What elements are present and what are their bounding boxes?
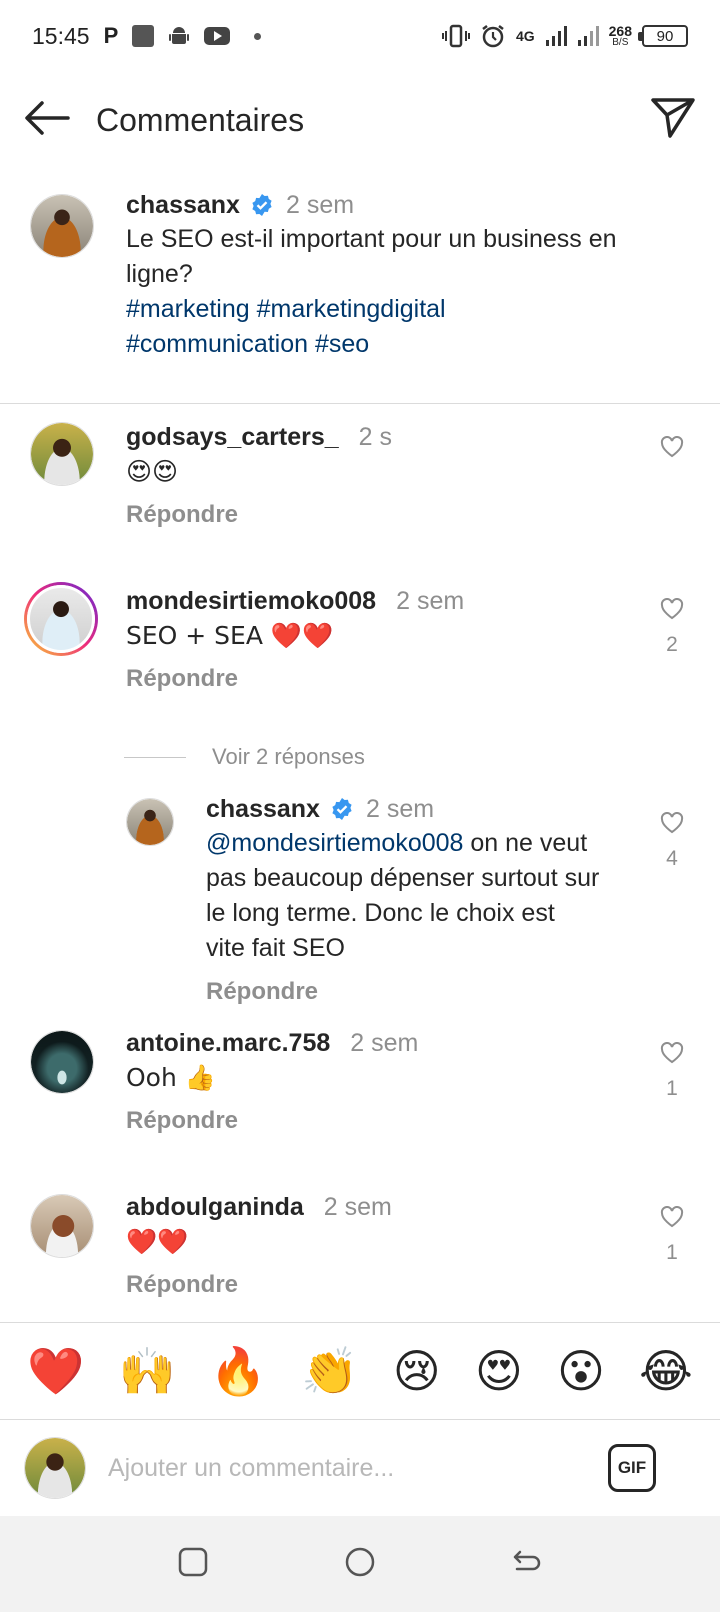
comment-username[interactable]: antoine.marc.758 bbox=[126, 1026, 330, 1060]
caption-text: Le SEO est-il important pour un business… bbox=[126, 225, 617, 288]
parking-icon: P bbox=[103, 23, 119, 48]
like-button[interactable]: 2 bbox=[654, 597, 690, 657]
avatar[interactable] bbox=[24, 582, 98, 656]
caption-time: 2 sem bbox=[285, 191, 355, 219]
reply-button[interactable]: Répondre bbox=[126, 1271, 238, 1299]
app-square-icon bbox=[132, 25, 155, 47]
avatar[interactable] bbox=[30, 1194, 94, 1258]
alarm-icon bbox=[480, 23, 506, 49]
dot-icon bbox=[244, 32, 262, 40]
heart-icon bbox=[660, 1205, 684, 1228]
battery-icon: 90 bbox=[638, 25, 688, 47]
view-replies-label: Voir 2 réponses bbox=[212, 744, 365, 769]
reply-username[interactable]: chassanx bbox=[206, 792, 320, 826]
post-caption: chassanx 2 sem Le SEO est-il important p… bbox=[0, 180, 720, 404]
view-replies-button[interactable]: Voir 2 réponses bbox=[124, 744, 524, 770]
emoji-laughing-button[interactable]: 😂 bbox=[639, 1348, 693, 1394]
reply-text-3: le long terme. Donc le choix est bbox=[206, 899, 555, 927]
caption-username[interactable]: chassanx bbox=[126, 188, 240, 222]
emoji-heart-button[interactable]: ❤️ bbox=[27, 1348, 84, 1394]
recent-apps-icon[interactable] bbox=[177, 1546, 209, 1583]
reply-text-2: pas beaucoup dépenser surtout sur bbox=[206, 864, 600, 892]
signal-icon bbox=[545, 25, 567, 47]
comment-text: SEO + SEA ❤️❤️ bbox=[126, 621, 334, 650]
home-icon[interactable] bbox=[344, 1546, 376, 1583]
system-nav-bar bbox=[0, 1516, 720, 1612]
verified-badge-icon bbox=[332, 798, 352, 820]
reply-text-1: on ne veut bbox=[463, 829, 588, 857]
comment-input[interactable] bbox=[108, 1453, 608, 1483]
send-icon[interactable] bbox=[650, 97, 696, 144]
youtube-icon bbox=[204, 26, 231, 46]
emoji-surprised-button[interactable]: 😮 bbox=[557, 1348, 605, 1394]
divider bbox=[124, 756, 186, 758]
emoji-clap-button[interactable]: 👏 bbox=[301, 1348, 358, 1394]
like-button[interactable] bbox=[654, 435, 690, 463]
comments-list[interactable]: chassanx 2 sem Le SEO est-il important p… bbox=[0, 180, 720, 1322]
caption-hashtags-2[interactable]: #communication #seo bbox=[126, 327, 640, 362]
caption-hashtags-1[interactable]: #marketing #marketingdigital bbox=[126, 292, 640, 327]
net-speed: 268 B/S bbox=[609, 24, 632, 48]
comment-time: 2 sem bbox=[396, 587, 465, 615]
back-nav-icon[interactable] bbox=[511, 1546, 543, 1583]
like-count: 4 bbox=[666, 847, 678, 870]
vibrate-icon bbox=[441, 24, 470, 48]
comment-text: ❤️❤️ bbox=[126, 1227, 189, 1256]
reply-text-4: vite fait SEO bbox=[206, 934, 345, 962]
like-button[interactable]: 1 bbox=[654, 1041, 690, 1101]
like-count: 1 bbox=[666, 1241, 678, 1264]
heart-icon bbox=[660, 597, 684, 620]
comment-text: Ooh 👍 bbox=[126, 1063, 216, 1092]
like-button[interactable]: 1 bbox=[654, 1205, 690, 1265]
heart-icon bbox=[660, 1041, 684, 1064]
emoji-sad-button[interactable]: 😢 bbox=[393, 1348, 441, 1394]
page-title: Commentaires bbox=[96, 101, 305, 138]
android-icon bbox=[168, 25, 190, 47]
comment-input-bar: GIF bbox=[0, 1420, 720, 1516]
reply-button[interactable]: Répondre bbox=[126, 1107, 238, 1135]
comment-username[interactable]: godsays_carters_ bbox=[126, 420, 339, 454]
avatar[interactable] bbox=[30, 1030, 94, 1094]
emoji-quick-bar: ❤️ 🙌 🔥 👏 😢 😍 😮 😂 bbox=[0, 1322, 720, 1420]
status-time: 15:45 bbox=[32, 22, 90, 49]
emoji-heart-eyes-button[interactable]: 😍 bbox=[475, 1348, 523, 1394]
avatar[interactable] bbox=[126, 798, 174, 846]
network-type: 4G bbox=[515, 28, 535, 44]
comment-time: 2 s bbox=[358, 423, 392, 451]
comment-text: 😍😍 bbox=[126, 457, 179, 486]
emoji-fire-button[interactable]: 🔥 bbox=[210, 1348, 267, 1394]
avatar[interactable] bbox=[30, 422, 94, 486]
reply-text: @mondesirtiemoko008 on ne veut bbox=[206, 826, 640, 861]
verified-badge-icon bbox=[252, 194, 272, 216]
back-arrow-icon[interactable] bbox=[24, 100, 70, 141]
battery-level: 90 bbox=[656, 27, 674, 45]
mention-link[interactable]: @mondesirtiemoko008 bbox=[206, 829, 463, 857]
reply-button[interactable]: Répondre bbox=[206, 978, 318, 1006]
like-count: 1 bbox=[666, 1077, 678, 1100]
comment-time: 2 sem bbox=[323, 1193, 392, 1221]
signal-2-icon bbox=[577, 25, 599, 47]
comment-username[interactable]: abdoulganinda bbox=[126, 1190, 304, 1224]
comment-username[interactable]: mondesirtiemoko008 bbox=[126, 584, 376, 618]
heart-icon bbox=[660, 811, 684, 834]
avatar[interactable] bbox=[30, 194, 94, 258]
net-speed-unit: B/S bbox=[612, 37, 629, 48]
gif-button[interactable]: GIF bbox=[608, 1444, 656, 1492]
net-speed-value: 268 bbox=[608, 23, 632, 39]
my-avatar bbox=[24, 1437, 86, 1499]
like-button[interactable]: 4 bbox=[654, 811, 690, 871]
header: Commentaires bbox=[0, 80, 720, 160]
status-bar: 15:45 P 4G 268 B/S 90 bbox=[0, 0, 720, 72]
heart-icon bbox=[660, 435, 684, 458]
comment-time: 2 sem bbox=[350, 1029, 419, 1057]
emoji-raised-hands-button[interactable]: 🙌 bbox=[118, 1348, 175, 1394]
reply-time: 2 sem bbox=[365, 795, 435, 823]
reply-button[interactable]: Répondre bbox=[126, 665, 238, 693]
reply-button[interactable]: Répondre bbox=[126, 501, 238, 529]
like-count: 2 bbox=[666, 633, 678, 656]
